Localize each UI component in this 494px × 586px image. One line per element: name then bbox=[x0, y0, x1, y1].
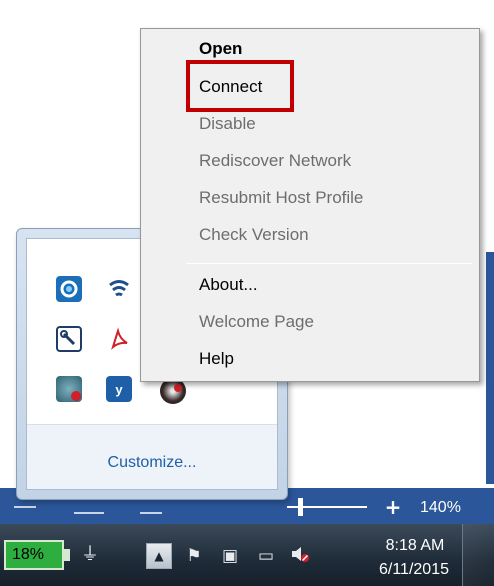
status-bar-ghost-icon bbox=[14, 506, 36, 508]
yammer-icon[interactable]: y bbox=[106, 376, 132, 402]
battery-indicator[interactable]: 18% bbox=[4, 540, 64, 570]
menu-item-check-version: Check Version bbox=[199, 225, 309, 244]
network-icon[interactable]: ▭ bbox=[254, 543, 278, 569]
action-center-flag-icon[interactable]: ⚑ bbox=[182, 543, 206, 569]
menu-item-about[interactable]: About... bbox=[199, 272, 469, 298]
customize-link[interactable]: Customize... bbox=[27, 450, 277, 476]
menu-separator bbox=[186, 263, 472, 264]
sync-icon[interactable] bbox=[56, 276, 82, 302]
clock-date[interactable]: 6/11/2015 bbox=[368, 558, 460, 582]
zoom-slider-thumb[interactable] bbox=[298, 498, 303, 516]
show-hidden-icons-button[interactable]: ▲ bbox=[146, 543, 172, 569]
status-bar-ghost-icon bbox=[140, 512, 162, 514]
zoom-in-button[interactable]: + bbox=[383, 492, 403, 522]
power-status-icon[interactable]: ▣ bbox=[218, 543, 242, 569]
zoom-level[interactable]: 140% bbox=[420, 494, 490, 522]
menu-item-rediscover-network: Rediscover Network bbox=[199, 151, 352, 170]
adobe-pdf-icon[interactable] bbox=[106, 326, 132, 352]
menu-item-help[interactable]: Help bbox=[199, 346, 469, 372]
battery-tip bbox=[64, 549, 70, 561]
connect-highlight-box bbox=[186, 60, 294, 112]
volume-muted-icon[interactable] bbox=[288, 543, 312, 569]
menu-item-open[interactable]: Open bbox=[199, 36, 469, 62]
menu-item-welcome-page: Welcome Page bbox=[199, 312, 314, 331]
show-desktop-button[interactable] bbox=[462, 524, 494, 586]
wrench-icon[interactable] bbox=[56, 326, 82, 352]
menu-item-disable: Disable bbox=[199, 114, 256, 133]
menu-item-resubmit-host-profile: Resubmit Host Profile bbox=[199, 188, 364, 207]
disk-drive-icon[interactable] bbox=[56, 376, 82, 402]
clock-time[interactable]: 8:18 AM bbox=[375, 535, 455, 557]
status-bar-ghost-icon bbox=[74, 512, 104, 514]
app-window-edge bbox=[486, 252, 494, 484]
power-plug-icon[interactable]: ⏚ bbox=[78, 543, 102, 567]
wifi-signal-icon[interactable] bbox=[106, 276, 132, 302]
